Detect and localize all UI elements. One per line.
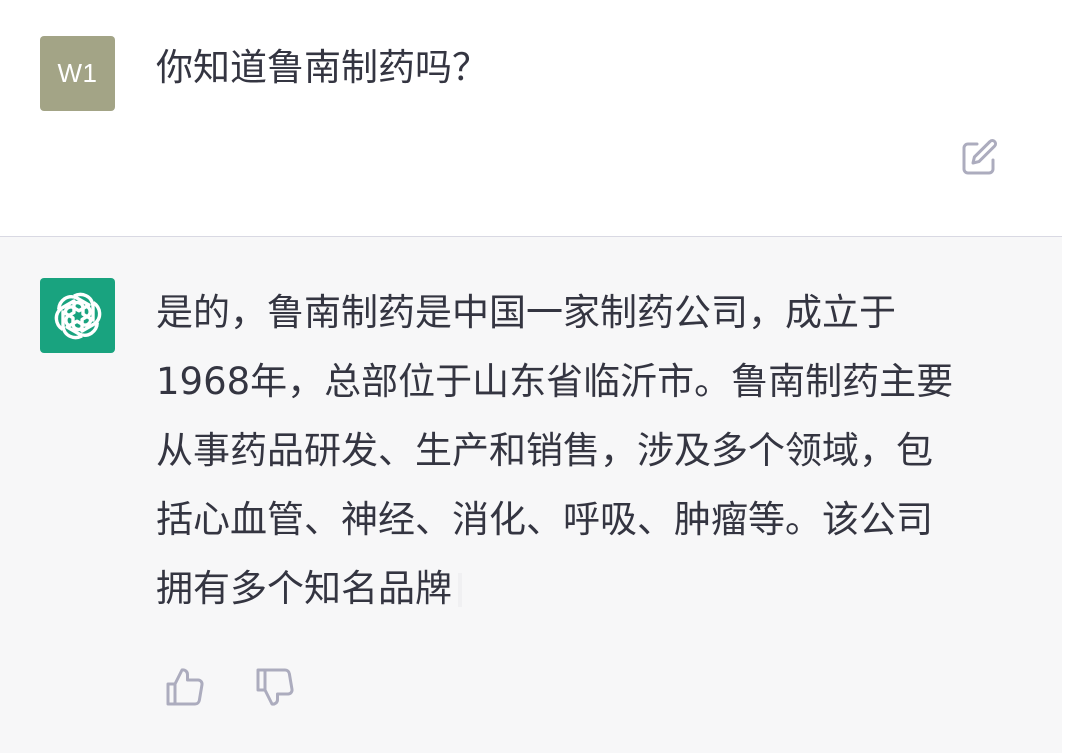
user-message-row: W1 你知道鲁南制药吗？ — [0, 0, 1080, 236]
assistant-line-last: 拥有多个知名品牌 — [156, 554, 1026, 623]
assistant-line: 括心血管、神经、消化、呼吸、肿瘤等。该公司 — [156, 498, 933, 541]
assistant-avatar — [40, 278, 115, 353]
thumbs-up-icon — [166, 668, 204, 706]
user-message-text: 你知道鲁南制药吗？ — [156, 46, 489, 89]
edit-message-button[interactable] — [958, 137, 1000, 179]
assistant-message-text: 是的，鲁南制药是中国一家制药公司，成立于 1968年，总部位于山东省临沂市。鲁南… — [156, 278, 1026, 623]
thumbs-up-button[interactable] — [162, 664, 208, 710]
openai-logo-icon — [54, 292, 101, 339]
assistant-line: 从事药品研发、生产和销售，涉及多个领域，包 — [156, 429, 933, 472]
user-avatar: W1 — [40, 36, 115, 111]
streaming-cursor — [458, 573, 462, 607]
assistant-line-text: 拥有多个知名品牌 — [156, 567, 452, 610]
chat-page: W1 你知道鲁南制药吗？ 是的，鲁南制药是中国一家制药公司，成立于 1968年，… — [0, 0, 1080, 753]
user-avatar-initials: W1 — [57, 58, 98, 88]
scrollbar-gutter — [1062, 237, 1080, 753]
thumbs-down-button[interactable] — [252, 664, 298, 710]
assistant-line: 是的，鲁南制药是中国一家制药公司，成立于 — [156, 291, 896, 334]
thumbs-down-icon — [256, 668, 294, 706]
edit-icon — [962, 139, 998, 175]
assistant-line: 1968年，总部位于山东省临沂市。鲁南制药主要 — [156, 360, 954, 403]
